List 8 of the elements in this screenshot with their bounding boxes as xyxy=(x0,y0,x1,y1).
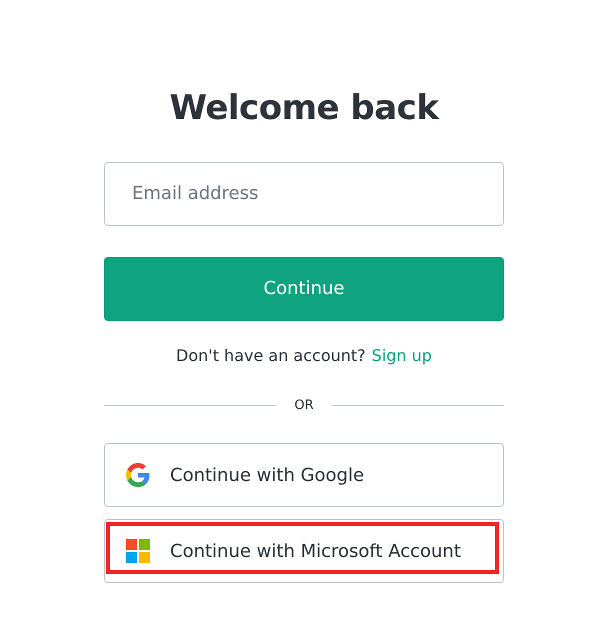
google-signin-button[interactable]: Continue with Google xyxy=(104,443,504,508)
signup-prompt: Don't have an account? xyxy=(176,346,366,365)
google-icon xyxy=(126,463,150,488)
microsoft-icon xyxy=(126,539,150,564)
divider-label: OR xyxy=(293,396,315,415)
email-field[interactable]: Email address xyxy=(104,162,504,226)
page-title: Welcome back xyxy=(168,88,440,129)
microsoft-signin-button[interactable]: Continue with Microsoft Account xyxy=(104,519,504,584)
